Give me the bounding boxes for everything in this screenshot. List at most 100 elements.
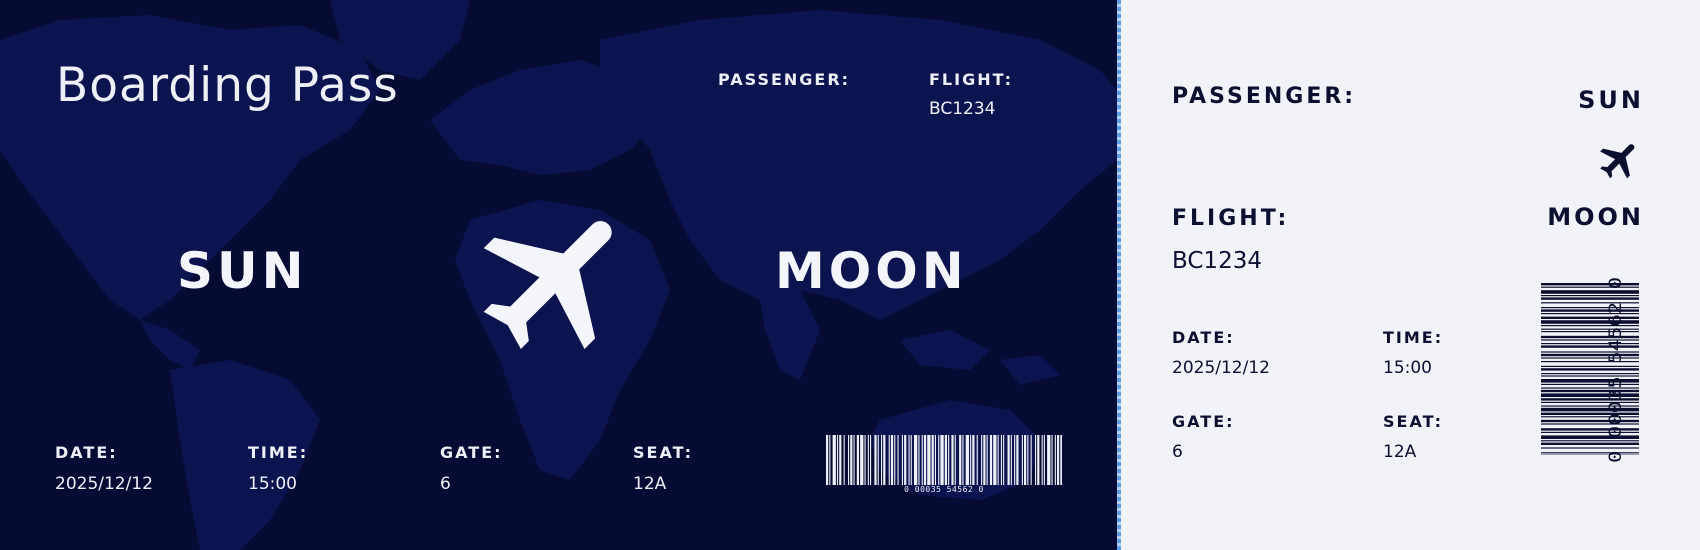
boarding-pass: Boarding Pass PASSENGER: FLIGHT: BC1234 … xyxy=(0,0,1700,550)
barcode-bar xyxy=(951,435,954,485)
barcode-bar xyxy=(989,435,993,485)
barcode-bar xyxy=(829,435,831,485)
time-label: TIME: xyxy=(248,443,309,462)
barcode-bar xyxy=(867,435,869,485)
barcode-bar xyxy=(923,435,927,485)
barcode-bar xyxy=(826,435,829,485)
barcode-bar xyxy=(908,435,910,485)
barcode-bar xyxy=(938,435,940,485)
barcode-bar xyxy=(940,435,944,485)
stub-barcode-number: 0 00035 54562 0 xyxy=(1606,277,1626,463)
barcode-bar xyxy=(921,435,923,485)
barcode-bar xyxy=(986,435,988,485)
gate-value: 6 xyxy=(440,474,451,494)
barcode-bar xyxy=(1047,435,1051,485)
barcode-bar xyxy=(839,435,842,485)
barcode-bar xyxy=(890,435,894,485)
boarding-pass-main: Boarding Pass PASSENGER: FLIGHT: BC1234 … xyxy=(0,0,1117,550)
barcode-bar xyxy=(1060,435,1062,485)
barcode-bar xyxy=(1030,435,1032,485)
barcode-bar xyxy=(918,435,920,485)
barcode-bar xyxy=(864,435,866,485)
barcode-bar xyxy=(1054,435,1056,485)
gate-label: GATE: xyxy=(440,443,503,462)
barcode-bar xyxy=(877,435,879,485)
barcode-bar xyxy=(1000,435,1002,485)
airplane-icon xyxy=(483,221,612,349)
barcode-bar xyxy=(856,435,859,485)
page-title: Boarding Pass xyxy=(56,58,399,113)
date-label: DATE: xyxy=(55,443,118,462)
barcode-bar xyxy=(934,435,936,485)
barcode-bar xyxy=(870,435,872,485)
barcode-bar xyxy=(983,435,986,485)
stub-date-value: 2025/12/12 xyxy=(1172,358,1270,378)
barcode-bar xyxy=(901,435,903,485)
barcode-bar xyxy=(904,435,907,485)
time-value: 15:00 xyxy=(248,474,297,494)
barcode-bar xyxy=(874,435,877,485)
barcode-bar xyxy=(1024,435,1027,485)
barcode-bar xyxy=(843,435,845,485)
barcode-bar xyxy=(837,435,839,485)
stub-passenger-label: PASSENGER: xyxy=(1172,84,1357,109)
barcode-number: 0 00035 54562 0 xyxy=(904,485,984,494)
barcode-bar xyxy=(860,435,864,485)
barcode-bar xyxy=(881,435,883,485)
stub-date-label: DATE: xyxy=(1172,328,1235,347)
barcode-bar xyxy=(1014,435,1016,485)
barcode-bar xyxy=(970,435,972,485)
barcode-bar xyxy=(927,435,931,485)
barcode-bar xyxy=(1010,435,1012,485)
barcode-bar xyxy=(1041,435,1043,485)
barcode-bar xyxy=(1051,435,1053,485)
stub-flight-value: BC1234 xyxy=(1172,248,1262,274)
barcode-bar xyxy=(848,435,850,485)
flight-value: BC1234 xyxy=(929,99,996,119)
barcode-bar xyxy=(853,435,855,485)
stub-seat-value: 12A xyxy=(1383,442,1417,462)
barcode-bar xyxy=(894,435,896,485)
barcode-bar xyxy=(976,435,978,485)
barcode-bar xyxy=(1027,435,1029,485)
seat-label: SEAT: xyxy=(633,443,694,462)
barcode-bar xyxy=(897,435,899,485)
barcode-bar xyxy=(1043,435,1045,485)
barcode-bar xyxy=(931,435,934,485)
barcode xyxy=(826,435,1062,485)
origin-city: SUN xyxy=(177,242,308,300)
stub-gate-value: 6 xyxy=(1172,442,1183,462)
stub-destination-city: MOON xyxy=(1547,203,1644,231)
stub-seat-label: SEAT: xyxy=(1383,412,1444,431)
passenger-label: PASSENGER: xyxy=(718,70,851,89)
stub-time-value: 15:00 xyxy=(1383,358,1432,378)
barcode-bar xyxy=(1037,435,1040,485)
destination-city: MOON xyxy=(775,242,968,300)
stub-origin-city: SUN xyxy=(1578,86,1644,114)
barcode-bar xyxy=(993,435,997,485)
barcode-bar xyxy=(959,435,962,485)
barcode-bar xyxy=(981,435,983,485)
barcode-bar xyxy=(965,435,969,485)
stub-time-label: TIME: xyxy=(1383,328,1444,347)
barcode-bar xyxy=(1057,435,1060,485)
flight-label: FLIGHT: xyxy=(929,70,1014,89)
barcode-bar xyxy=(944,435,947,485)
stub-airplane-icon xyxy=(1600,144,1635,179)
barcode-bar xyxy=(914,435,918,485)
barcode-bar xyxy=(910,435,912,485)
stub-barcode-number-wrap: 0 00035 54562 0 xyxy=(1606,277,1626,463)
barcode-bar xyxy=(832,435,836,485)
seat-value: 12A xyxy=(633,474,667,494)
barcode-bar xyxy=(972,435,975,485)
stub-gate-label: GATE: xyxy=(1172,412,1235,431)
barcode-bar xyxy=(1035,435,1037,485)
date-value: 2025/12/12 xyxy=(55,474,153,494)
barcode-bar xyxy=(883,435,886,485)
barcode-bar xyxy=(997,435,999,485)
barcode-bar xyxy=(948,435,950,485)
barcode-bar xyxy=(1016,435,1019,485)
stub-flight-label: FLIGHT: xyxy=(1172,206,1290,231)
barcode-bar xyxy=(850,435,853,485)
barcode-bar xyxy=(962,435,964,485)
